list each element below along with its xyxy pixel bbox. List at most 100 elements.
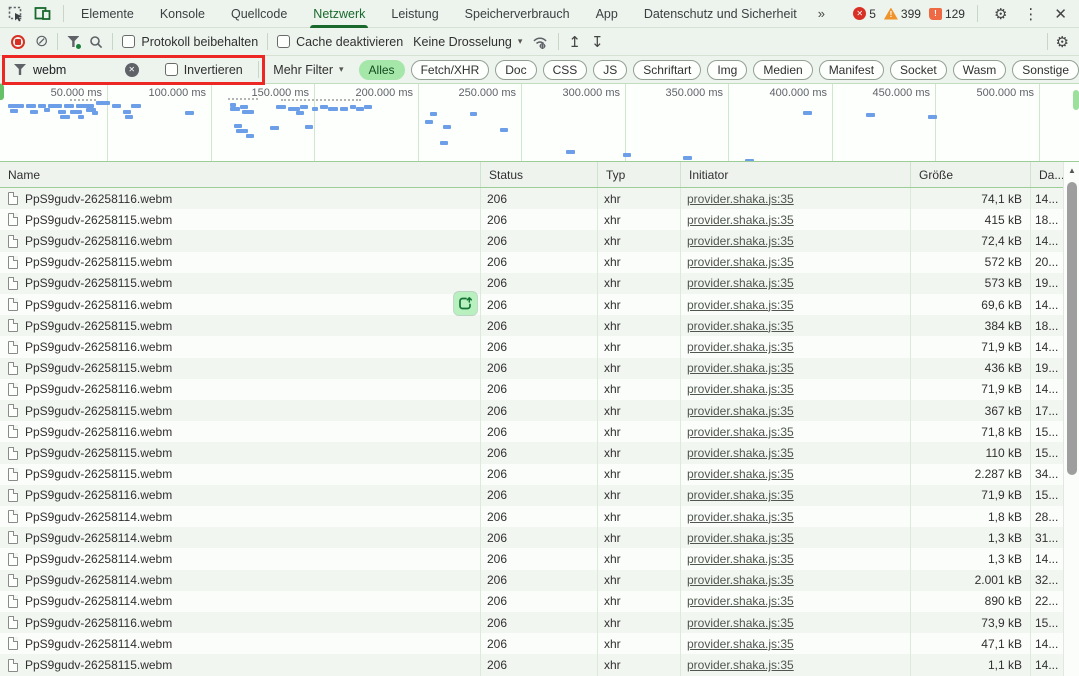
initiator-link[interactable]: provider.shaka.js:35 xyxy=(687,298,794,312)
table-row[interactable]: PpS9gudv-26258114.webm206xhrprovider.sha… xyxy=(0,633,1063,654)
initiator-link[interactable]: provider.shaka.js:35 xyxy=(687,234,794,248)
export-har-icon[interactable]: ↥ xyxy=(568,33,581,51)
tab-speicherverbrauch[interactable]: Speicherverbrauch xyxy=(452,0,583,28)
filter-chip-manifest[interactable]: Manifest xyxy=(819,60,884,80)
requests-table-header[interactable]: NameStatusTypInitiatorGrößeDa... xyxy=(0,162,1063,188)
initiator-link[interactable]: provider.shaka.js:35 xyxy=(687,658,794,672)
close-icon[interactable]: ✕ xyxy=(1050,5,1071,23)
initiator-link[interactable]: provider.shaka.js:35 xyxy=(687,488,794,502)
preserve-log-checkbox[interactable]: Protokoll beibehalten xyxy=(122,35,258,49)
overview-handle-right[interactable] xyxy=(1073,90,1079,110)
initiator-link[interactable]: provider.shaka.js:35 xyxy=(687,276,794,290)
overview-handle-left[interactable] xyxy=(0,84,4,100)
table-row[interactable]: PpS9gudv-26258116.webm206xhrprovider.sha… xyxy=(0,612,1063,633)
initiator-link[interactable]: provider.shaka.js:35 xyxy=(687,446,794,460)
initiator-link[interactable]: provider.shaka.js:35 xyxy=(687,192,794,206)
network-overview-timeline[interactable]: 50.000 ms100.000 ms150.000 ms200.000 ms2… xyxy=(0,84,1079,162)
table-row[interactable]: PpS9gudv-26258116.webm206xhrprovider.sha… xyxy=(0,294,1063,315)
network-settings-gear-icon[interactable]: ⚙ xyxy=(1052,33,1073,51)
clear-network-log-icon[interactable]: ⊘ xyxy=(35,35,48,49)
initiator-link[interactable]: provider.shaka.js:35 xyxy=(687,637,794,651)
table-row[interactable]: PpS9gudv-26258115.webm206xhrprovider.sha… xyxy=(0,400,1063,421)
import-har-icon[interactable]: ↧ xyxy=(591,33,604,51)
tab-leistung[interactable]: Leistung xyxy=(378,0,451,28)
table-row[interactable]: PpS9gudv-26258114.webm206xhrprovider.sha… xyxy=(0,591,1063,612)
invert-checkbox[interactable]: Invertieren xyxy=(165,63,243,77)
table-row[interactable]: PpS9gudv-26258114.webm206xhrprovider.sha… xyxy=(0,548,1063,569)
table-row[interactable]: PpS9gudv-26258115.webm206xhrprovider.sha… xyxy=(0,315,1063,336)
checkbox[interactable] xyxy=(122,35,135,48)
table-row[interactable]: PpS9gudv-26258114.webm206xhrprovider.sha… xyxy=(0,527,1063,548)
tab-netzwerk[interactable]: Netzwerk xyxy=(300,0,378,28)
initiator-link[interactable]: provider.shaka.js:35 xyxy=(687,467,794,481)
filter-chip-doc[interactable]: Doc xyxy=(495,60,536,80)
initiator-link[interactable]: provider.shaka.js:35 xyxy=(687,340,794,354)
table-row[interactable]: PpS9gudv-26258115.webm206xhrprovider.sha… xyxy=(0,358,1063,379)
column-header-typ[interactable]: Typ xyxy=(598,162,681,187)
table-row[interactable]: PpS9gudv-26258116.webm206xhrprovider.sha… xyxy=(0,421,1063,442)
clear-filter-icon[interactable]: ✕ xyxy=(125,63,139,77)
warning-badge[interactable]: ! 399 xyxy=(884,7,921,21)
initiator-link[interactable]: provider.shaka.js:35 xyxy=(687,616,794,630)
tab-datenschutz-und-sicherheit[interactable]: Datenschutz und Sicherheit xyxy=(631,0,810,28)
tab-quellcode[interactable]: Quellcode xyxy=(218,0,300,28)
column-header-name[interactable]: Name xyxy=(0,162,481,187)
column-header-gr-e[interactable]: Größe xyxy=(911,162,1031,187)
disable-cache-checkbox[interactable]: Cache deaktivieren xyxy=(277,35,403,49)
initiator-link[interactable]: provider.shaka.js:35 xyxy=(687,552,794,566)
column-header-initiator[interactable]: Initiator xyxy=(681,162,911,187)
initiator-link[interactable]: provider.shaka.js:35 xyxy=(687,594,794,608)
filter-chip-wasm[interactable]: Wasm xyxy=(953,60,1007,80)
table-row[interactable]: PpS9gudv-26258115.webm206xhrprovider.sha… xyxy=(0,273,1063,294)
initiator-link[interactable]: provider.shaka.js:35 xyxy=(687,404,794,418)
filter-chip-img[interactable]: Img xyxy=(707,60,747,80)
column-header-da[interactable]: Da... xyxy=(1031,162,1063,187)
initiator-link[interactable]: provider.shaka.js:35 xyxy=(687,510,794,524)
initiator-link[interactable]: provider.shaka.js:35 xyxy=(687,382,794,396)
search-icon[interactable] xyxy=(89,35,103,49)
table-row[interactable]: PpS9gudv-26258115.webm206xhrprovider.sha… xyxy=(0,654,1063,675)
filter-chip-schriftart[interactable]: Schriftart xyxy=(633,60,701,80)
filter-input[interactable]: webm ✕ xyxy=(10,60,143,80)
tab-app[interactable]: App xyxy=(583,0,631,28)
table-row[interactable]: PpS9gudv-26258116.webm206xhrprovider.sha… xyxy=(0,485,1063,506)
table-row[interactable]: PpS9gudv-26258115.webm206xhrprovider.sha… xyxy=(0,252,1063,273)
scroll-up-arrow-icon[interactable]: ▲ xyxy=(1064,166,1079,175)
filter-chip-css[interactable]: CSS xyxy=(543,60,588,80)
scrollbar-thumb[interactable] xyxy=(1067,182,1077,475)
table-row[interactable]: PpS9gudv-26258116.webm206xhrprovider.sha… xyxy=(0,336,1063,357)
initiator-link[interactable]: provider.shaka.js:35 xyxy=(687,425,794,439)
settings-gear-icon[interactable]: ⚙ xyxy=(990,5,1011,23)
table-row[interactable]: PpS9gudv-26258115.webm206xhrprovider.sha… xyxy=(0,209,1063,230)
filter-chip-fetch-xhr[interactable]: Fetch/XHR xyxy=(411,60,490,80)
checkbox[interactable] xyxy=(277,35,290,48)
error-badge[interactable]: ✕ 5 xyxy=(853,7,876,21)
network-conditions-icon[interactable] xyxy=(532,35,549,49)
more-tabs-button[interactable]: » xyxy=(810,6,833,21)
table-row[interactable]: PpS9gudv-26258116.webm206xhrprovider.sha… xyxy=(0,230,1063,251)
table-row[interactable]: PpS9gudv-26258115.webm206xhrprovider.sha… xyxy=(0,442,1063,463)
initiator-link[interactable]: provider.shaka.js:35 xyxy=(687,255,794,269)
checkbox[interactable] xyxy=(165,63,178,76)
kebab-menu-icon[interactable]: ⋮ xyxy=(1019,5,1042,23)
table-row[interactable]: PpS9gudv-26258114.webm206xhrprovider.sha… xyxy=(0,506,1063,527)
initiator-link[interactable]: provider.shaka.js:35 xyxy=(687,361,794,375)
filter-chip-alles[interactable]: Alles xyxy=(359,60,405,80)
table-row[interactable]: PpS9gudv-26258116.webm206xhrprovider.sha… xyxy=(0,188,1063,209)
table-row[interactable]: PpS9gudv-26258116.webm206xhrprovider.sha… xyxy=(0,379,1063,400)
filter-chip-medien[interactable]: Medien xyxy=(753,60,812,80)
filter-chip-socket[interactable]: Socket xyxy=(890,60,947,80)
record-network-log-button[interactable] xyxy=(11,35,25,49)
tab-konsole[interactable]: Konsole xyxy=(147,0,218,28)
issues-badge[interactable]: ! 129 xyxy=(929,7,965,21)
table-row[interactable]: PpS9gudv-26258115.webm206xhrprovider.sha… xyxy=(0,464,1063,485)
more-filters-dropdown[interactable]: Mehr Filter ▾ xyxy=(273,63,343,77)
table-row[interactable]: PpS9gudv-26258114.webm206xhrprovider.sha… xyxy=(0,570,1063,591)
vertical-scrollbar[interactable]: ▲ xyxy=(1063,162,1079,676)
tab-elemente[interactable]: Elemente xyxy=(68,0,147,28)
initiator-link[interactable]: provider.shaka.js:35 xyxy=(687,573,794,587)
throttling-select[interactable]: Keine Drosselung ▾ xyxy=(413,35,522,49)
filter-toggle-icon[interactable] xyxy=(67,36,79,47)
inspect-element-icon[interactable] xyxy=(8,6,24,22)
filter-chip-sonstige[interactable]: Sonstige xyxy=(1012,60,1079,80)
